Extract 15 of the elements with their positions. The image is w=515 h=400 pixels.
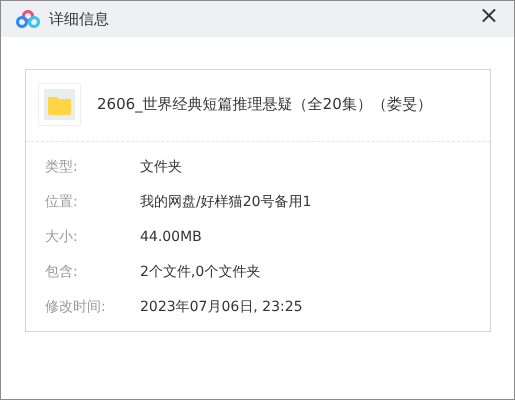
close-button[interactable]: × (478, 3, 499, 27)
folder-name: 2606_世界经典短篇推理悬疑（全20集）（娄旻） (97, 94, 432, 116)
detail-value: 2023年07月06日, 23:25 (140, 298, 303, 317)
detail-value: 我的网盘/好样猫20号备用1 (140, 193, 312, 212)
detail-value: 文件夹 (140, 158, 182, 177)
detail-label: 类型: (45, 158, 79, 177)
cloud-logo-icon (16, 10, 40, 28)
window-title: 详细信息 (49, 8, 109, 30)
detail-label: 修改时间: (45, 298, 107, 317)
detail-value: 2个文件,0个文件夹 (140, 263, 260, 282)
detail-label: 包含: (45, 263, 79, 282)
detail-label: 位置: (45, 193, 79, 212)
detail-label: 大小: (45, 228, 79, 247)
detail-value: 44.00MB (140, 228, 202, 247)
folder-icon (44, 89, 75, 120)
